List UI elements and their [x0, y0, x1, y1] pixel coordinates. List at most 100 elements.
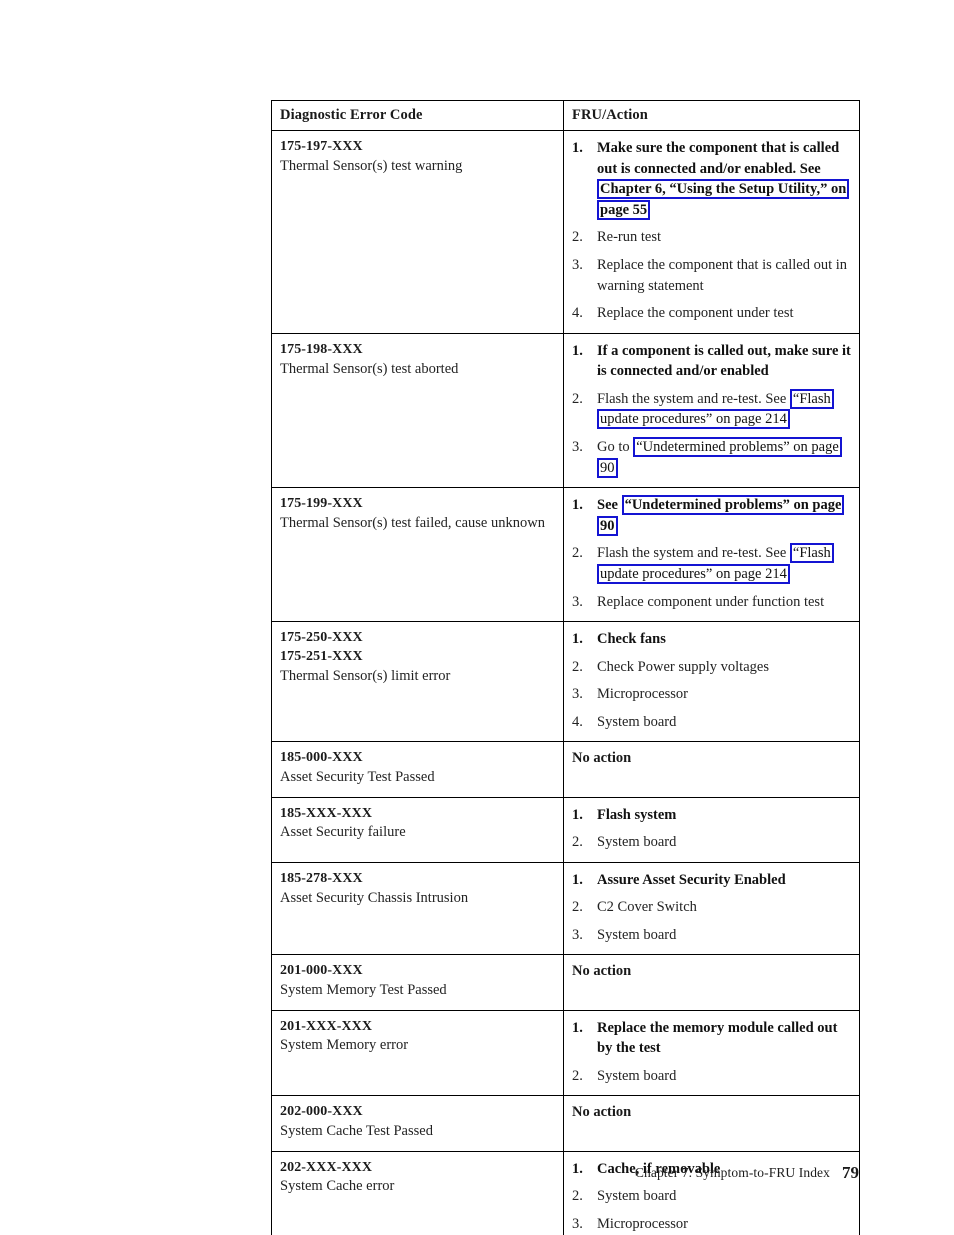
fru-action-cell: If a component is called out, make sure …: [563, 332, 860, 489]
table-row: 175-199-XXX Thermal Sensor(s) test failed…: [271, 487, 860, 623]
action-text: System board: [597, 1188, 677, 1205]
action-item: System board: [572, 1066, 851, 1087]
error-code-cell: 201-000-XXX System Memory Test Passed: [271, 954, 564, 1011]
table-row: 185-278-XXX Asset Security Chassis Intrus…: [271, 861, 860, 956]
error-code: 201-XXX-XXX: [280, 1018, 373, 1034]
action-text: Replace the memory module called out by …: [597, 1019, 838, 1057]
action-text: Check Power supply voltages: [597, 658, 769, 675]
action-text: Microprocessor: [597, 686, 689, 703]
table-row: 201-XXX-XXX System Memory error Replace th…: [271, 1009, 860, 1097]
table-header-row: Diagnostic Error Code FRU/Action: [271, 99, 860, 132]
error-description: System Cache Test Passed: [280, 1123, 433, 1140]
cross-reference-link[interactable]: Chapter 6, “Using the Setup Utility,” on…: [597, 179, 850, 220]
error-code-cell: 175-250-XXX 175-251-XXX Thermal Sensor(s) …: [271, 621, 564, 743]
error-code-cell: 175-197-XXX Thermal Sensor(s) test warnin…: [271, 130, 564, 334]
action-item: Microprocessor: [572, 1214, 851, 1235]
error-description: Asset Security Chassis Intrusion: [280, 889, 469, 906]
action-text: Flash the system and re-test. See: [597, 545, 790, 562]
table-row: 202-000-XXX System Cache Test Passed No ac…: [271, 1095, 860, 1152]
table-body: 175-197-XXX Thermal Sensor(s) test warnin…: [271, 130, 860, 1235]
page-footer: Chapter 7. Symptom-to-FRU Index 79: [0, 1163, 859, 1183]
action-list: See “Undetermined problems” on page 90 Fl…: [572, 495, 851, 612]
action-text: Flash system: [597, 806, 677, 823]
error-description: System Memory Test Passed: [280, 982, 447, 999]
footer-page-number: 79: [842, 1163, 859, 1182]
action-text: C2 Cover Switch: [597, 899, 697, 916]
action-text: Replace the component under test: [597, 305, 794, 322]
error-code-cell: 185-000-XXX Asset Security Test Passed: [271, 741, 564, 798]
no-action-label: No action: [572, 750, 632, 767]
fru-action-cell: Assure Asset Security Enabled C2 Cover Sw…: [563, 861, 860, 956]
action-list: Flash system System board: [572, 805, 851, 853]
error-code-cell: 175-198-XXX Thermal Sensor(s) test aborte…: [271, 332, 564, 489]
action-list: Make sure the component that is called o…: [572, 138, 851, 324]
error-description: Thermal Sensor(s) test failed, cause unk…: [280, 514, 545, 531]
cross-reference-link[interactable]: “Undetermined problems” on page 90: [597, 437, 842, 478]
action-list: Assure Asset Security Enabled C2 Cover Sw…: [572, 870, 851, 946]
action-list: If a component is called out, make sure …: [572, 341, 851, 478]
action-list: Check fans Check Power supply voltages Mic…: [572, 629, 851, 732]
diagnostic-error-code-table: Diagnostic Error Code FRU/Action 175-197…: [271, 99, 860, 1235]
fru-action-cell: Check fans Check Power supply voltages Mic…: [563, 621, 860, 743]
no-action-label: No action: [572, 1104, 632, 1121]
cross-reference-link[interactable]: “Undetermined problems” on page 90: [597, 495, 845, 536]
action-item: Microprocessor: [572, 684, 851, 705]
action-text: Microprocessor: [597, 1215, 689, 1232]
action-text: Flash the system and re-test. See: [597, 390, 790, 407]
action-item: System board: [572, 832, 851, 853]
action-item: Replace the memory module called out by …: [572, 1018, 851, 1059]
table-row: 201-000-XXX System Memory Test Passed No a…: [271, 954, 860, 1011]
table-row: 175-198-XXX Thermal Sensor(s) test aborte…: [271, 332, 860, 489]
action-item: Make sure the component that is called o…: [572, 138, 851, 220]
action-item: Check fans: [572, 629, 851, 650]
action-text: System board: [597, 1067, 677, 1084]
error-description: System Memory error: [280, 1037, 409, 1054]
document-page: Diagnostic Error Code FRU/Action 175-197…: [0, 0, 954, 1235]
action-item: Check Power supply voltages: [572, 657, 851, 678]
error-code: 202-000-XXX: [280, 1104, 363, 1120]
error-code: 201-000-XXX: [280, 963, 363, 979]
error-code: 185-000-XXX: [280, 750, 363, 766]
column-header-fru-action: FRU/Action: [563, 99, 860, 132]
error-code-cell: 202-000-XXX System Cache Test Passed: [271, 1095, 564, 1152]
action-text: If a component is called out, make sure …: [597, 342, 851, 380]
fru-action-cell: Make sure the component that is called o…: [563, 130, 860, 334]
action-text: Assure Asset Security Enabled: [597, 871, 786, 888]
action-text: Make sure the component that is called o…: [597, 140, 840, 177]
action-text: Check fans: [597, 631, 666, 648]
table-row: 185-XXX-XXX Asset Security failure Flash s…: [271, 796, 860, 863]
error-description: Asset Security Test Passed: [280, 769, 435, 786]
error-code-cell: 175-199-XXX Thermal Sensor(s) test failed…: [271, 487, 564, 623]
error-code-cell: 185-278-XXX Asset Security Chassis Intrus…: [271, 861, 564, 956]
action-item: Replace the component that is called out…: [572, 255, 851, 296]
error-code: 175-197-XXX: [280, 139, 363, 155]
fru-action-cell: Replace the memory module called out by …: [563, 1009, 860, 1097]
column-header-diagnostic-error-code: Diagnostic Error Code: [271, 99, 564, 132]
table-row: 175-250-XXX 175-251-XXX Thermal Sensor(s) …: [271, 621, 860, 743]
fru-action-cell: No action: [563, 1095, 860, 1152]
action-list: Replace the memory module called out by …: [572, 1018, 851, 1087]
action-item: Replace component under function test: [572, 592, 851, 613]
fru-action-cell: No action: [563, 954, 860, 1011]
action-item: Flash the system and re-test. See “Flash…: [572, 543, 851, 584]
action-text: See: [597, 497, 622, 514]
fru-action-cell: See “Undetermined problems” on page 90 Fl…: [563, 487, 860, 623]
error-code: 185-278-XXX: [280, 870, 363, 886]
error-code-cell: 201-XXX-XXX System Memory error: [271, 1009, 564, 1097]
error-code: 175-251-XXX: [280, 648, 363, 664]
fru-action-cell: Flash system System board: [563, 796, 860, 863]
action-item: Flash system: [572, 805, 851, 826]
action-text: Replace component under function test: [597, 593, 825, 610]
no-action-label: No action: [572, 963, 632, 980]
action-text: System board: [597, 926, 677, 943]
action-item: See “Undetermined problems” on page 90: [572, 495, 851, 536]
error-code: 175-198-XXX: [280, 341, 363, 357]
action-item: If a component is called out, make sure …: [572, 341, 851, 382]
error-code: 185-XXX-XXX: [280, 805, 373, 821]
error-code: 175-199-XXX: [280, 496, 363, 512]
error-description: Thermal Sensor(s) test aborted: [280, 360, 459, 377]
table-row: 185-000-XXX Asset Security Test Passed No …: [271, 741, 860, 798]
action-item: Go to “Undetermined problems” on page 90: [572, 437, 851, 478]
fru-action-cell: No action: [563, 741, 860, 798]
action-item: Flash the system and re-test. See “Flash…: [572, 388, 851, 430]
